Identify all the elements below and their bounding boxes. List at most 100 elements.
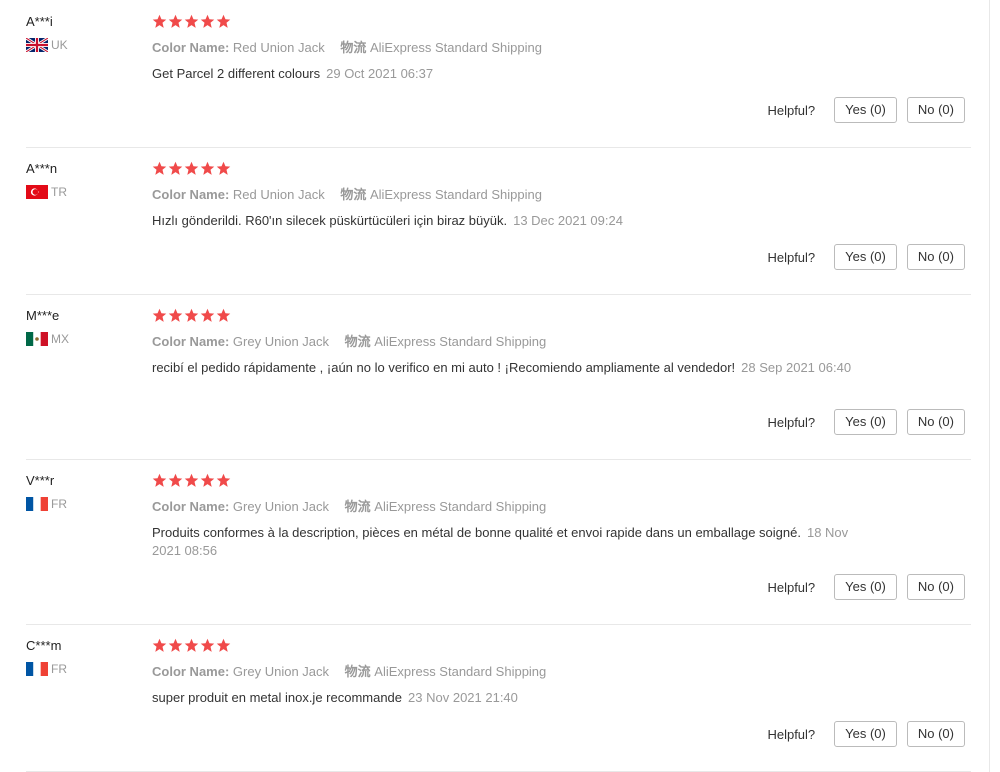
review-text: recibí el pedido rápidamente , ¡aún no l… (152, 359, 862, 377)
review-attributes: Color Name: Grey Union Jack 物流 AliExpres… (152, 664, 862, 680)
helpful-yes-button[interactable]: Yes (0) (834, 721, 897, 747)
helpful-label: Helpful? (767, 726, 816, 742)
country-code: MX (51, 332, 69, 346)
reviewer-country: FR (26, 662, 136, 676)
reviews-panel: A***i UK Color Name: Red Union Jack 物流 A… (0, 0, 990, 772)
review-text: super produit en metal inox.je recommand… (152, 689, 862, 707)
reviewer-info: V***r FR (26, 473, 136, 511)
helpful-controls: Helpful? Yes (0) No (0) (767, 409, 965, 435)
reviewer-name: A***n (26, 161, 58, 176)
star-icon (184, 308, 199, 322)
helpful-no-button[interactable]: No (0) (906, 721, 965, 747)
color-name-label: Color Name: (152, 334, 230, 349)
review-body: Produits conformes à la description, piè… (152, 525, 801, 540)
country-code: TR (51, 185, 67, 199)
star-icon (216, 308, 231, 322)
star-icon (200, 161, 215, 175)
review-date: 29 Oct 2021 06:37 (326, 66, 434, 81)
star-rating (152, 14, 862, 32)
review-text: Produits conformes à la description, piè… (152, 524, 862, 560)
review-body: recibí el pedido rápidamente , ¡aún no l… (152, 360, 736, 375)
logistics-label: 物流 (344, 499, 371, 514)
uk-flag-icon (26, 38, 48, 52)
review-attributes: Color Name: Red Union Jack 物流 AliExpress… (152, 40, 862, 56)
color-name-label: Color Name: (152, 40, 230, 55)
star-icon (216, 14, 231, 28)
review-content: Color Name: Grey Union Jack 物流 AliExpres… (152, 638, 862, 707)
reviewer-country: UK (26, 38, 136, 52)
review-body: super produit en metal inox.je recommand… (152, 690, 403, 705)
reviewer-info: A***n TR (26, 161, 136, 199)
star-rating (152, 308, 862, 326)
helpful-label: Helpful? (767, 579, 816, 595)
helpful-no-button[interactable]: No (0) (906, 244, 965, 270)
country-code: UK (51, 38, 68, 52)
color-name-label: Color Name: (152, 664, 230, 679)
star-rating (152, 161, 862, 179)
star-icon (200, 638, 215, 652)
review-attributes: Color Name: Grey Union Jack 物流 AliExpres… (152, 499, 862, 515)
helpful-label: Helpful? (767, 249, 816, 265)
review-attributes: Color Name: Red Union Jack 物流 AliExpress… (152, 187, 862, 203)
review-date: 23 Nov 2021 21:40 (408, 690, 518, 705)
helpful-no-button[interactable]: No (0) (906, 574, 965, 600)
review-date: 13 Dec 2021 09:24 (513, 213, 623, 228)
star-icon (168, 638, 183, 652)
logistics-label: 物流 (344, 664, 371, 679)
star-icon (200, 473, 215, 487)
helpful-yes-button[interactable]: Yes (0) (834, 244, 897, 270)
country-code: FR (51, 497, 67, 511)
france-flag-icon (26, 662, 48, 676)
star-icon (168, 308, 183, 322)
star-icon (152, 638, 167, 652)
star-icon (184, 473, 199, 487)
color-name-value: Grey Union Jack (232, 499, 330, 514)
reviewer-name: V***r (26, 473, 55, 488)
star-rating (152, 638, 862, 656)
star-icon (168, 14, 183, 28)
helpful-yes-button[interactable]: Yes (0) (834, 409, 897, 435)
helpful-label: Helpful? (767, 414, 816, 430)
reviewer-country: MX (26, 332, 136, 346)
star-icon (152, 473, 167, 487)
review-text: Hızlı gönderildi. R60'ın silecek püskürt… (152, 212, 862, 230)
color-name-value: Grey Union Jack (232, 664, 330, 679)
helpful-no-button[interactable]: No (0) (906, 409, 965, 435)
star-icon (184, 638, 199, 652)
star-icon (200, 308, 215, 322)
review-body: Hızlı gönderildi. R60'ın silecek püskürt… (152, 213, 508, 228)
review-item: V***r FR Color Name: Grey Union Jack 物流 … (26, 459, 971, 625)
review-attributes: Color Name: Grey Union Jack 物流 AliExpres… (152, 334, 862, 350)
helpful-no-button[interactable]: No (0) (906, 97, 965, 123)
review-body: Get Parcel 2 different colours (152, 66, 321, 81)
helpful-label: Helpful? (767, 102, 816, 118)
star-icon (184, 14, 199, 28)
helpful-controls: Helpful? Yes (0) No (0) (767, 244, 965, 270)
star-icon (152, 14, 167, 28)
star-icon (200, 14, 215, 28)
review-content: Color Name: Grey Union Jack 物流 AliExpres… (152, 473, 862, 560)
color-name-label: Color Name: (152, 499, 230, 514)
reviewer-info: A***i UK (26, 14, 136, 52)
helpful-yes-button[interactable]: Yes (0) (834, 574, 897, 600)
star-rating (152, 473, 862, 491)
color-name-value: Red Union Jack (232, 187, 325, 202)
reviewer-country: TR (26, 185, 136, 199)
helpful-controls: Helpful? Yes (0) No (0) (767, 97, 965, 123)
helpful-controls: Helpful? Yes (0) No (0) (767, 721, 965, 747)
review-item: M***e MX Color Name: Grey Union Jack 物流 … (26, 294, 971, 460)
review-item: C***m FR Color Name: Grey Union Jack 物流 … (26, 624, 971, 772)
shipping-value: AliExpress Standard Shipping (374, 499, 547, 514)
star-icon (184, 161, 199, 175)
star-icon (216, 161, 231, 175)
reviewer-name: A***i (26, 14, 53, 29)
reviewer-info: M***e MX (26, 308, 136, 346)
star-icon (152, 161, 167, 175)
review-content: Color Name: Red Union Jack 物流 AliExpress… (152, 14, 862, 83)
shipping-value: AliExpress Standard Shipping (369, 187, 542, 202)
country-code: FR (51, 662, 67, 676)
helpful-yes-button[interactable]: Yes (0) (834, 97, 897, 123)
shipping-value: AliExpress Standard Shipping (374, 334, 547, 349)
star-icon (216, 473, 231, 487)
mexico-flag-icon (26, 332, 48, 346)
